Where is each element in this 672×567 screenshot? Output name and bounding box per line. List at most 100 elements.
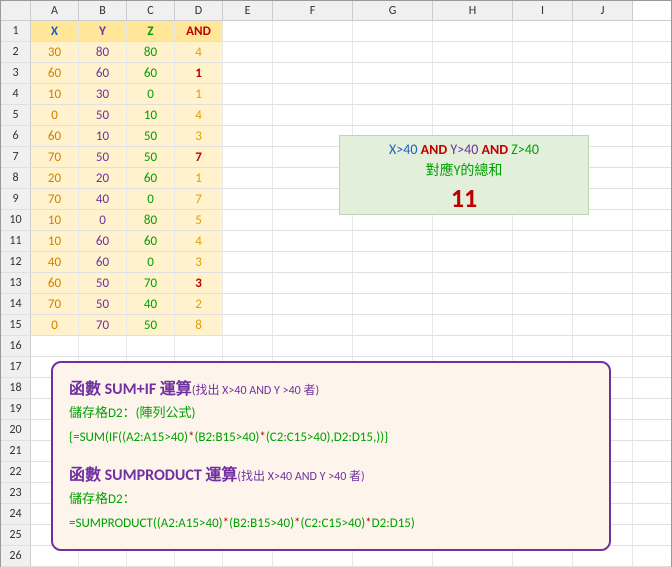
- cell-I13[interactable]: [513, 273, 573, 293]
- cell-B7[interactable]: 50: [79, 147, 127, 167]
- cell-C10[interactable]: 80: [127, 210, 175, 230]
- cell-H11[interactable]: [433, 231, 513, 251]
- cell-I4[interactable]: [513, 84, 573, 104]
- cell-H1[interactable]: [433, 21, 513, 41]
- cell-A6[interactable]: 60: [31, 126, 79, 146]
- cell-C7[interactable]: 50: [127, 147, 175, 167]
- cell-G4[interactable]: [353, 84, 433, 104]
- cell-A9[interactable]: 70: [31, 189, 79, 209]
- cell-F11[interactable]: [273, 231, 353, 251]
- cell-B1[interactable]: Y: [79, 21, 127, 41]
- cell-B5[interactable]: 50: [79, 105, 127, 125]
- row-header-15[interactable]: 15: [1, 315, 31, 335]
- cell-D12[interactable]: 3: [175, 252, 223, 272]
- cell-A8[interactable]: 20: [31, 168, 79, 188]
- cell-I2[interactable]: [513, 42, 573, 62]
- cell-J13[interactable]: [573, 273, 633, 293]
- cell-H3[interactable]: [433, 63, 513, 83]
- cell-G5[interactable]: [353, 105, 433, 125]
- cell-H14[interactable]: [433, 294, 513, 314]
- row-header-3[interactable]: 3: [1, 63, 31, 83]
- cell-J15[interactable]: [573, 315, 633, 335]
- cell-F15[interactable]: [273, 315, 353, 335]
- cell-B4[interactable]: 30: [79, 84, 127, 104]
- cell-F13[interactable]: [273, 273, 353, 293]
- cell-I15[interactable]: [513, 315, 573, 335]
- cell-I14[interactable]: [513, 294, 573, 314]
- cell-E5[interactable]: [223, 105, 273, 125]
- row-header-1[interactable]: 1: [1, 21, 31, 41]
- row-header-5[interactable]: 5: [1, 105, 31, 125]
- cell-B8[interactable]: 20: [79, 168, 127, 188]
- cell-A3[interactable]: 60: [31, 63, 79, 83]
- row-header-10[interactable]: 10: [1, 210, 31, 230]
- row-header-6[interactable]: 6: [1, 126, 31, 146]
- cell-D9[interactable]: 7: [175, 189, 223, 209]
- cell-D14[interactable]: 2: [175, 294, 223, 314]
- cell-E10[interactable]: [223, 210, 273, 230]
- cell-F16[interactable]: [273, 336, 353, 356]
- cell-A10[interactable]: 10: [31, 210, 79, 230]
- cell-I1[interactable]: [513, 21, 573, 41]
- cell-J16[interactable]: [573, 336, 633, 356]
- cell-E6[interactable]: [223, 126, 273, 146]
- cell-C3[interactable]: 60: [127, 63, 175, 83]
- cell-G14[interactable]: [353, 294, 433, 314]
- cell-E2[interactable]: [223, 42, 273, 62]
- cell-G15[interactable]: [353, 315, 433, 335]
- cell-A11[interactable]: 10: [31, 231, 79, 251]
- row-header-17[interactable]: 17: [1, 357, 31, 377]
- cell-I12[interactable]: [513, 252, 573, 272]
- cell-B3[interactable]: 60: [79, 63, 127, 83]
- cell-I16[interactable]: [513, 336, 573, 356]
- col-header-E[interactable]: E: [223, 1, 273, 20]
- col-header-I[interactable]: I: [513, 1, 573, 20]
- cell-D7[interactable]: 7: [175, 147, 223, 167]
- cell-I3[interactable]: [513, 63, 573, 83]
- cell-I11[interactable]: [513, 231, 573, 251]
- cell-F3[interactable]: [273, 63, 353, 83]
- cell-B11[interactable]: 60: [79, 231, 127, 251]
- cell-J2[interactable]: [573, 42, 633, 62]
- cell-B15[interactable]: 70: [79, 315, 127, 335]
- cell-D16[interactable]: [175, 336, 223, 356]
- row-header-21[interactable]: 21: [1, 441, 31, 461]
- cell-J5[interactable]: [573, 105, 633, 125]
- row-header-7[interactable]: 7: [1, 147, 31, 167]
- cell-J11[interactable]: [573, 231, 633, 251]
- cell-H5[interactable]: [433, 105, 513, 125]
- row-header-26[interactable]: 26: [1, 546, 31, 566]
- select-all-corner[interactable]: [1, 1, 31, 20]
- cell-A16[interactable]: [31, 336, 79, 356]
- cell-E12[interactable]: [223, 252, 273, 272]
- cell-B6[interactable]: 10: [79, 126, 127, 146]
- cell-A5[interactable]: 0: [31, 105, 79, 125]
- row-header-18[interactable]: 18: [1, 378, 31, 398]
- cell-I5[interactable]: [513, 105, 573, 125]
- cell-B14[interactable]: 50: [79, 294, 127, 314]
- cell-A4[interactable]: 10: [31, 84, 79, 104]
- cell-E13[interactable]: [223, 273, 273, 293]
- row-header-2[interactable]: 2: [1, 42, 31, 62]
- cell-D5[interactable]: 4: [175, 105, 223, 125]
- col-header-J[interactable]: J: [573, 1, 633, 20]
- cell-J3[interactable]: [573, 63, 633, 83]
- cell-C6[interactable]: 50: [127, 126, 175, 146]
- cell-B13[interactable]: 50: [79, 273, 127, 293]
- row-header-11[interactable]: 11: [1, 231, 31, 251]
- cell-D6[interactable]: 3: [175, 126, 223, 146]
- col-header-G[interactable]: G: [353, 1, 433, 20]
- cell-E16[interactable]: [223, 336, 273, 356]
- col-header-B[interactable]: B: [79, 1, 127, 20]
- cell-D3[interactable]: 1: [175, 63, 223, 83]
- row-header-23[interactable]: 23: [1, 483, 31, 503]
- cell-G16[interactable]: [353, 336, 433, 356]
- cell-C9[interactable]: 0: [127, 189, 175, 209]
- col-header-A[interactable]: A: [31, 1, 79, 20]
- cell-C4[interactable]: 0: [127, 84, 175, 104]
- cell-J1[interactable]: [573, 21, 633, 41]
- cell-C13[interactable]: 70: [127, 273, 175, 293]
- cell-H4[interactable]: [433, 84, 513, 104]
- row-header-12[interactable]: 12: [1, 252, 31, 272]
- cell-C12[interactable]: 0: [127, 252, 175, 272]
